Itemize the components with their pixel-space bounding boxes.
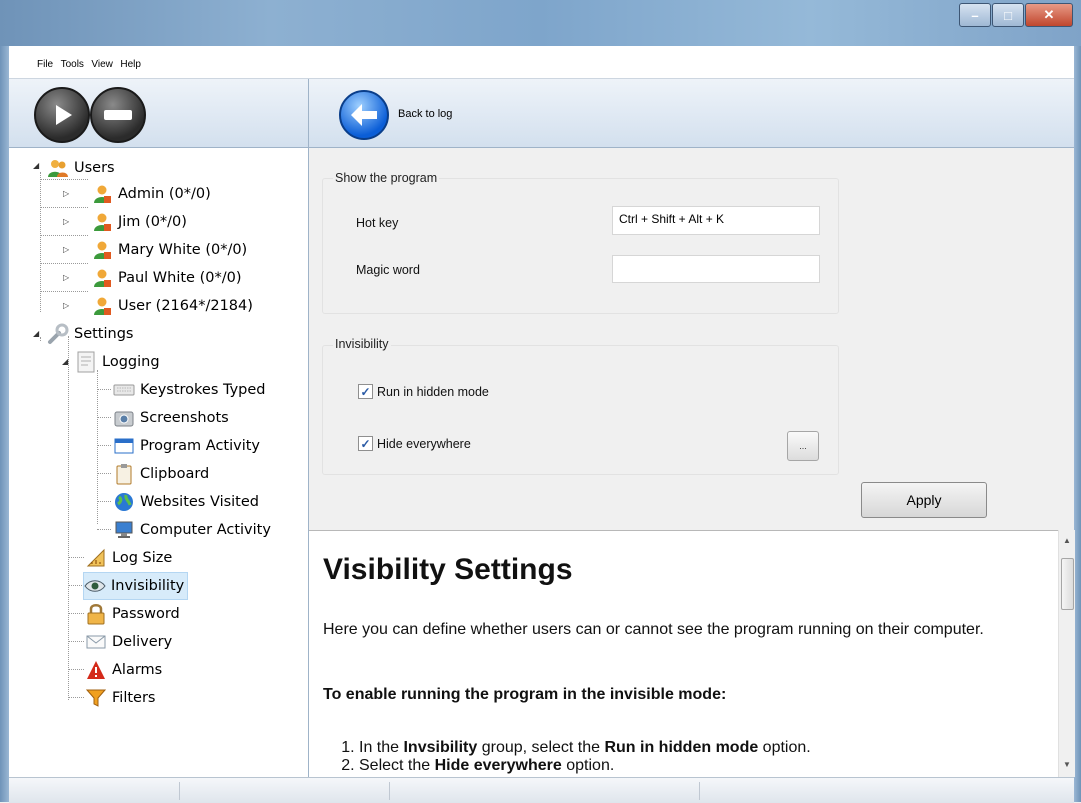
globe-icon	[113, 491, 135, 513]
user-icon	[91, 211, 113, 233]
checkmark-icon: ✓	[358, 436, 373, 451]
scroll-thumb[interactable]	[1061, 558, 1074, 610]
clipboard-icon	[113, 463, 135, 485]
help-step: In the Invsibility group, select the Run…	[359, 739, 1058, 757]
ruler-icon	[85, 547, 107, 569]
menu-view[interactable]: View	[91, 59, 113, 70]
help-step: Select the Hide everywhere option.	[359, 757, 1058, 775]
tree-node-computer-activity[interactable]: Computer Activity	[113, 517, 271, 543]
menu-help[interactable]: Help	[120, 59, 141, 70]
help-intro: Here you can define whether users can or…	[323, 621, 984, 638]
hide-everywhere-checkbox[interactable]: ✓ Hide everywhere	[358, 436, 471, 451]
collapse-users-icon[interactable]: ◢	[33, 161, 39, 170]
stop-button[interactable]	[90, 87, 146, 143]
tree-node-logging[interactable]: Logging	[75, 349, 160, 375]
users-icon	[47, 157, 69, 179]
tree-node-settings[interactable]: Settings	[47, 321, 133, 347]
show-program-title: Show the program	[333, 171, 440, 185]
window-controls: – □ ✕	[958, 3, 1073, 27]
arrow-left-icon	[351, 104, 377, 126]
tree-node-filters[interactable]: Filters	[85, 685, 155, 711]
minimize-button[interactable]: –	[959, 3, 991, 27]
close-button[interactable]: ✕	[1025, 3, 1073, 27]
expand-paul-icon[interactable]: ▷	[63, 273, 69, 282]
tree-node-alarms[interactable]: Alarms	[85, 657, 162, 683]
menu-file[interactable]: File	[37, 59, 53, 70]
show-program-group	[322, 178, 839, 314]
keyboard-icon	[113, 379, 135, 401]
help-panel: Visibility Settings Here you can define …	[309, 530, 1058, 778]
help-heading: To enable running the program in the inv…	[323, 686, 727, 703]
run-hidden-checkbox[interactable]: ✓ Run in hidden mode	[358, 384, 489, 399]
hotkey-input[interactable]: Ctrl + Shift + Alt + K	[612, 206, 820, 235]
tree-node-user-mary-white[interactable]: Mary White (0*/0)	[91, 237, 247, 263]
lock-icon	[85, 603, 107, 625]
tree-node-invisibility[interactable]: Invisibility	[83, 572, 189, 600]
invisibility-title: Invisibility	[333, 337, 391, 351]
play-icon	[56, 105, 72, 125]
tree-node-users[interactable]: Users	[47, 155, 115, 181]
expand-admin-icon[interactable]: ▷	[63, 189, 69, 198]
scroll-down-icon[interactable]: ▼	[1063, 760, 1071, 769]
scroll-up-icon[interactable]: ▲	[1063, 536, 1071, 545]
window-frame-left	[0, 46, 9, 802]
tree-node-keystrokes-typed[interactable]: Keystrokes Typed	[113, 377, 266, 403]
log-icon	[75, 351, 97, 373]
computer-icon	[113, 519, 135, 541]
navigation-tree: ◢ Users ▷ Admin (0*/0) ▷ Jim (0*/0) ▷ Ma…	[9, 148, 309, 777]
checkmark-icon: ✓	[358, 384, 373, 399]
wrench-icon	[47, 323, 69, 345]
warning-icon	[85, 659, 107, 681]
menu-bar: File Tools View Help	[9, 46, 1074, 79]
tree-node-delivery[interactable]: Delivery	[85, 629, 172, 655]
menu-tools[interactable]: Tools	[61, 59, 84, 70]
tree-node-screenshots[interactable]: Screenshots	[113, 405, 229, 431]
magic-word-input[interactable]	[612, 255, 820, 283]
expand-mary-icon[interactable]: ▷	[63, 245, 69, 254]
tree-node-user-jim[interactable]: Jim (0*/0)	[91, 209, 187, 235]
apply-button[interactable]: Apply	[861, 482, 987, 518]
tree-node-password[interactable]: Password	[85, 601, 180, 627]
control-toolbar	[9, 79, 309, 148]
magic-word-label: Magic word	[356, 263, 420, 277]
tree-node-clipboard[interactable]: Clipboard	[113, 461, 209, 487]
settings-panel: Show the program Hot key Ctrl + Shift + …	[309, 148, 1074, 530]
collapse-settings-icon[interactable]: ◢	[33, 329, 39, 338]
collapse-logging-icon[interactable]: ◢	[62, 357, 68, 366]
back-to-log-link[interactable]: Back to log	[398, 108, 452, 120]
maximize-button[interactable]: □	[992, 3, 1024, 27]
camera-icon	[113, 407, 135, 429]
navigation-toolbar: Back to log	[309, 79, 1074, 148]
tree-node-user-admin[interactable]: Admin (0*/0)	[91, 181, 211, 207]
stop-icon	[104, 110, 132, 120]
hotkey-label: Hot key	[356, 216, 399, 230]
user-icon	[91, 183, 113, 205]
title-bar: – □ ✕	[0, 0, 1081, 46]
help-title: Visibility Settings	[323, 553, 573, 586]
filter-icon	[85, 687, 107, 709]
user-icon	[91, 295, 113, 317]
eye-icon	[84, 575, 106, 597]
user-icon	[91, 239, 113, 261]
status-bar	[9, 777, 1074, 803]
user-icon	[91, 267, 113, 289]
expand-user-icon[interactable]: ▷	[63, 301, 69, 310]
help-steps: In the Invsibility group, select the Run…	[323, 739, 1058, 775]
tree-node-program-activity[interactable]: Program Activity	[113, 433, 260, 459]
play-button[interactable]	[34, 87, 90, 143]
expand-jim-icon[interactable]: ▷	[63, 217, 69, 226]
hide-everywhere-options-button[interactable]: ...	[787, 431, 819, 461]
envelope-icon	[85, 631, 107, 653]
tree-node-log-size[interactable]: Log Size	[85, 545, 172, 571]
window-frame-right	[1074, 46, 1081, 802]
invisibility-group	[322, 345, 839, 475]
back-button[interactable]	[339, 90, 389, 140]
tree-node-websites-visited[interactable]: Websites Visited	[113, 489, 259, 515]
tree-node-user-user[interactable]: User (2164*/2184)	[91, 293, 253, 319]
help-scrollbar[interactable]: ▲ ▼	[1058, 530, 1075, 777]
window-icon	[113, 435, 135, 457]
tree-node-user-paul-white[interactable]: Paul White (0*/0)	[91, 265, 241, 291]
